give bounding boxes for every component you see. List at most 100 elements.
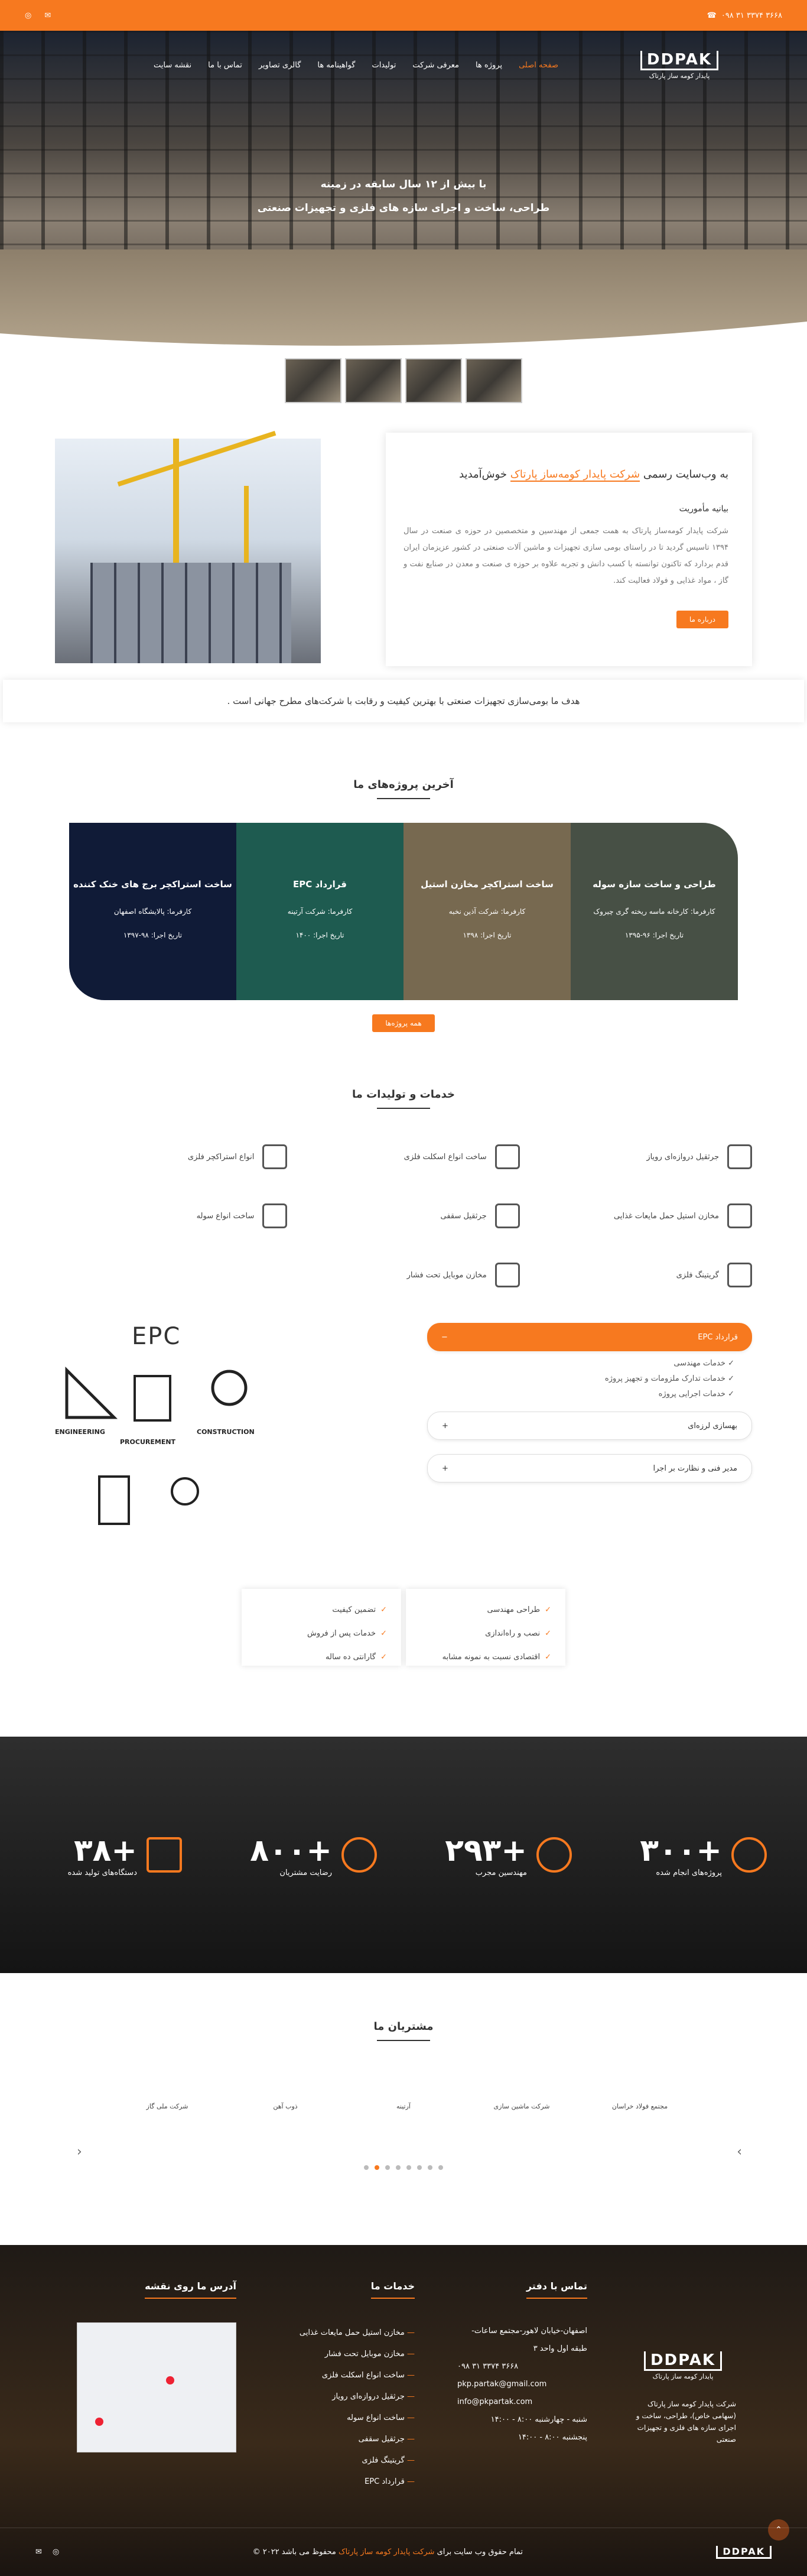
instagram-icon[interactable]: ◎ [25, 11, 31, 20]
menu-sitemap[interactable]: نقشه سایت [154, 61, 191, 70]
epc-section: قرارداد EPC − ✓ خدمات مهندسی ✓ خدمات تدار… [55, 1323, 752, 1547]
project-card[interactable]: قرارداد EPC کارفرما: شرکت آرتینه تاریخ اجر… [236, 823, 403, 1000]
logo[interactable]: DDPAK پایدار کومه ساز پارتاک [640, 51, 718, 80]
dot[interactable] [417, 2165, 422, 2170]
address: اصفهان-خیابان لاهور-مجتمع ساعات- طبقه او… [471, 2327, 587, 2353]
clients-section: مشتریان ما › ‹ مجتمع فولاد خراسان شرکت م… [0, 2020, 807, 2245]
phone-contact[interactable]: ☎ ۰۹۸ ۳۱ ۳۳۷۴ ۳۶۶۸ [707, 11, 782, 20]
menu-products[interactable]: تولیدات [372, 61, 396, 70]
project-card[interactable]: ساخت استراکچر برج های خنک کننده کارفرما: … [69, 823, 236, 1000]
service-item[interactable]: مخازن موبایل تحت فشار [287, 1263, 520, 1287]
plus-icon: + [442, 1464, 448, 1473]
accordion-seismic[interactable]: بهسازی لرزه‌ای + [427, 1412, 752, 1440]
slider-thumbnails [0, 358, 807, 403]
helmet-icon [536, 1837, 572, 1873]
services-grid: جرثقیل دروازه‌ای رویاز ساخت انواع اسکلت … [55, 1144, 752, 1287]
dot[interactable] [375, 2165, 379, 2170]
email-icon[interactable]: ✉ [44, 11, 51, 20]
footer-link[interactable]: جرثقیل سقفی [279, 2429, 415, 2450]
menu-contact[interactable]: تماس با ما [208, 61, 242, 70]
dot[interactable] [438, 2165, 443, 2170]
footer: DDPAK پایدار کومه ساز پارتاک شرکت پایدار … [0, 2245, 807, 2576]
epc-icons [65, 1366, 248, 1525]
engineering-label: ENGINEERING [55, 1428, 105, 1436]
footer-services: خدمات ما مخازن استیل حمل مایعات غذایی مخ… [279, 2280, 415, 2493]
instagram-icon[interactable]: ◎ [53, 2548, 59, 2556]
feature-list: ✓طراحی مهندسی ✓نصب و راه‌اندازی ✓اقتصادی… [406, 1589, 565, 1666]
slider-thumb[interactable] [345, 358, 402, 403]
pressure-tank-icon [494, 1263, 520, 1287]
accordion-epc[interactable]: قرارداد EPC − [427, 1323, 752, 1351]
footer-link[interactable]: قرارداد EPC [279, 2471, 415, 2493]
menu-home[interactable]: صفحه اصلی [519, 61, 558, 70]
hero-line-2: طراحی، ساخت و اجرای سازه های فلزی و تجهی… [257, 202, 550, 214]
service-item[interactable]: مخازن استیل حمل مایعات غذایی [520, 1203, 752, 1228]
top-bar: ☎ ۰۹۸ ۳۱ ۳۳۷۴ ۳۶۶۸ ✉ ◎ [0, 0, 807, 31]
phone: ۰۹۸ ۳۱ ۳۳۷۴ ۳۶۶۸ [457, 2362, 519, 2371]
next-arrow-icon[interactable]: › [737, 2144, 742, 2159]
service-item[interactable]: جرثقیل دروازه‌ای رویاز [520, 1144, 752, 1169]
project-card[interactable]: ساخت استراکچر مخازن استیل کارفرما: شرکت آ… [403, 823, 571, 1000]
footer-link[interactable]: ساخت انواع سوله [279, 2408, 415, 2429]
menu-certificates[interactable]: گواهینامه ها [317, 61, 355, 70]
projects-grid: طراحی و ساخت سازه سوله کارفرما: کارخانه م… [0, 823, 807, 1000]
gear-icon [211, 1370, 248, 1406]
map-pin-icon [95, 2418, 103, 2426]
map[interactable] [77, 2322, 236, 2452]
feature-list: ✓تضمین کیفیت ✓خدمات پس از فروش ✓گارانتی … [242, 1589, 401, 1666]
service-item[interactable]: جرثقیل سقفی [287, 1203, 520, 1228]
gantry-crane-icon [727, 1144, 752, 1169]
dot[interactable] [406, 2165, 411, 2170]
about-section: به وب‌سایت رسمی شرکت پایدار کومه‌ساز پار… [55, 430, 752, 669]
construction-image [55, 430, 321, 663]
prev-arrow-icon[interactable]: ‹ [77, 2144, 82, 2159]
plus-icon: + [442, 1421, 448, 1430]
hero-slider: DDPAK پایدار کومه ساز پارتاک صفحه اصلی پر… [0, 31, 807, 350]
epc-illustration: EPC ENGINEERING PROCUREMENT CONSTRUCTION [55, 1323, 279, 1547]
feature-checks: ✓طراحی مهندسی ✓نصب و راه‌اندازی ✓اقتصادی… [0, 1589, 807, 1666]
stats-section: +۳۰۰ پروژه‌های انجام شده +۲۹۳ مهندسین مجرب… [0, 1737, 807, 1973]
email-link[interactable]: pkp.partak@gmail.com [457, 2376, 587, 2393]
stat-engineers: +۲۹۳ مهندسین مجرب [430, 1833, 572, 1877]
slider-thumb[interactable] [405, 358, 462, 403]
dot[interactable] [364, 2165, 369, 2170]
grating-icon [727, 1263, 752, 1287]
services-title: خدمات و تولیدات ما [0, 1088, 807, 1109]
footer-link[interactable]: مخازن استیل حمل مایعات غذایی [279, 2322, 415, 2344]
tank-truck-icon [727, 1203, 752, 1228]
accordion-supervision[interactable]: مدیر فنی و نظارت بر اجرا + [427, 1454, 752, 1482]
email-icon[interactable]: ✉ [35, 2548, 42, 2556]
slider-thumb[interactable] [285, 358, 341, 403]
footer-logo[interactable]: DDPAK [716, 2545, 772, 2559]
footer-link[interactable]: گریتینگ فلزی [279, 2450, 415, 2471]
email-link[interactable]: info@pkpartak.com [457, 2393, 587, 2411]
client-logo: شرکت ملی گاز [146, 2102, 188, 2110]
about-button[interactable]: درباره ما [676, 611, 728, 628]
service-item[interactable]: گریتینگ فلزی [520, 1263, 752, 1287]
dot[interactable] [396, 2165, 401, 2170]
accordion-epc-body: ✓ خدمات مهندسی ✓ خدمات تدارک ملزومات و ت… [604, 1359, 734, 1399]
service-item[interactable]: ساخت انواع سوله [55, 1203, 288, 1228]
overhead-crane-icon [494, 1203, 520, 1228]
menu-projects[interactable]: پروژه ها [476, 61, 502, 70]
stat-satisfaction: +۸۰۰ رضایت مشتریان [235, 1833, 377, 1877]
footer-link[interactable]: مخازن موبایل تحت فشار [279, 2344, 415, 2365]
footer-link[interactable]: ساخت انواع اسکلت فلزی [279, 2365, 415, 2386]
clients-title: مشتریان ما [0, 2020, 807, 2041]
projects-title: آخرین پروژه‌های ما [0, 778, 807, 799]
menu-gallery[interactable]: گالری تصاویر [259, 61, 301, 70]
footer-contact: تماس با دفتر اصفهان-خیابان لاهور-مجتمع س… [457, 2280, 587, 2442]
all-projects-button[interactable]: همه پروژه‌ها [372, 1014, 435, 1032]
dot[interactable] [428, 2165, 432, 2170]
triangle-ruler-icon [65, 1366, 118, 1419]
phone-icon: ☎ [707, 11, 717, 20]
footer-link[interactable]: جرثقیل دروازه‌ای رویاز [279, 2386, 415, 2408]
construction-label: CONSTRUCTION [197, 1428, 255, 1436]
shed-icon [262, 1203, 288, 1228]
service-item[interactable]: انواع استراکچر فلزی [55, 1144, 288, 1169]
menu-about[interactable]: معرفی شرکت [412, 61, 459, 70]
slider-thumb[interactable] [466, 358, 522, 403]
dot[interactable] [385, 2165, 390, 2170]
project-card[interactable]: طراحی و ساخت سازه سوله کارفرما: کارخانه م… [571, 823, 738, 1000]
service-item[interactable]: ساخت انواع اسکلت فلزی [287, 1144, 520, 1169]
